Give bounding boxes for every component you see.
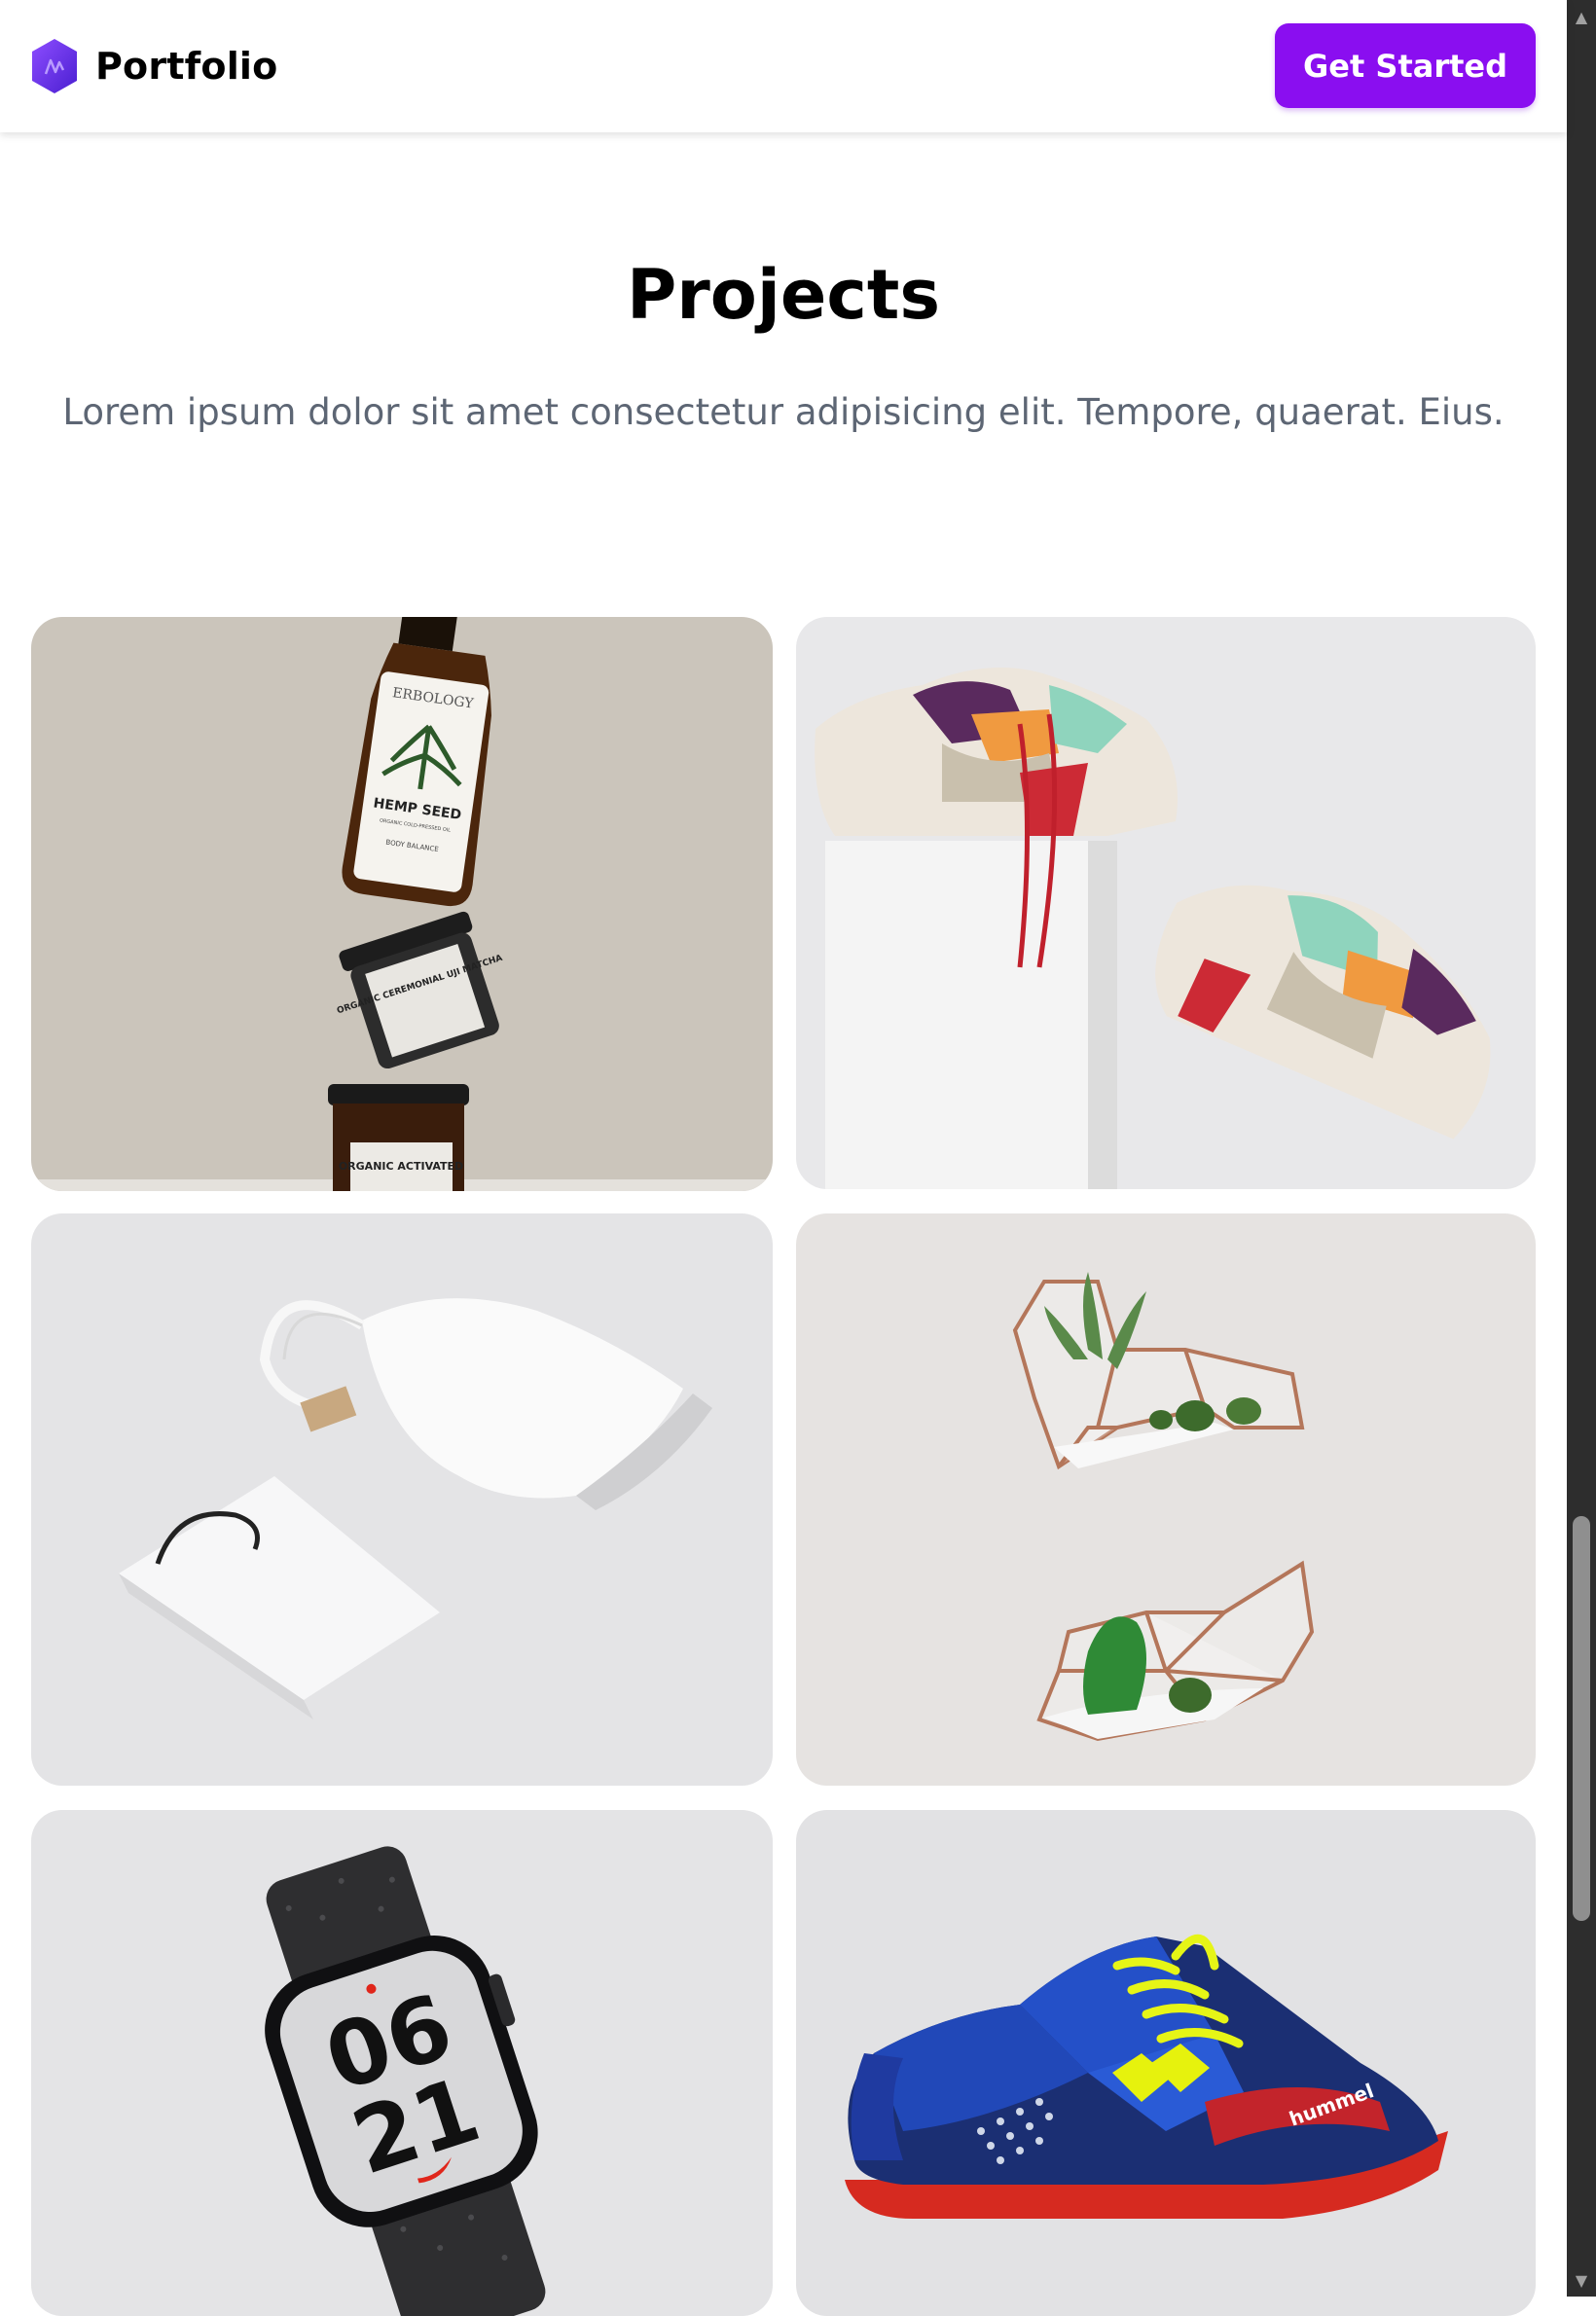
product-image: ERBOLOGY HEMP SEED ORGANIC COLD-PRESSED … [31, 617, 773, 1191]
product-image [31, 1213, 773, 1786]
section-title: Projects [626, 255, 940, 335]
brand-name: Portfolio [95, 45, 278, 88]
scroll-up-icon[interactable]: ▲ [1567, 4, 1596, 29]
scrollbar-thumb[interactable] [1573, 1516, 1590, 1921]
project-card-sneakers[interactable] [796, 617, 1536, 1189]
scrollbar[interactable]: ▲ ▼ [1567, 0, 1596, 2297]
get-started-button[interactable]: Get Started [1275, 23, 1536, 108]
project-card-hemp-seed[interactable]: ERBOLOGY HEMP SEED ORGANIC COLD-PRESSED … [31, 617, 773, 1191]
product-image [796, 1213, 1536, 1786]
page: Portfolio Get Started Projects Lorem ips… [0, 0, 1567, 2316]
jar2-label-text: ORGANIC ACTIVATED [339, 1160, 463, 1173]
brand[interactable]: Portfolio [29, 37, 277, 95]
scroll-down-icon[interactable]: ▼ [1567, 2267, 1596, 2293]
navbar: Portfolio Get Started [0, 0, 1567, 132]
hexagon-logo-icon [32, 39, 77, 93]
section-subtitle: Lorem ipsum dolor sit amet consectetur a… [62, 391, 1505, 433]
project-card-watch[interactable]: 06 21 [31, 1810, 773, 2316]
product-image [796, 617, 1536, 1189]
product-image: hummel [796, 1810, 1536, 2316]
project-card-terrariums[interactable] [796, 1213, 1536, 1786]
project-card-pouch-bag[interactable] [31, 1213, 773, 1786]
product-image: 06 21 [31, 1810, 773, 2316]
project-card-football-boot[interactable]: hummel [796, 1810, 1536, 2316]
